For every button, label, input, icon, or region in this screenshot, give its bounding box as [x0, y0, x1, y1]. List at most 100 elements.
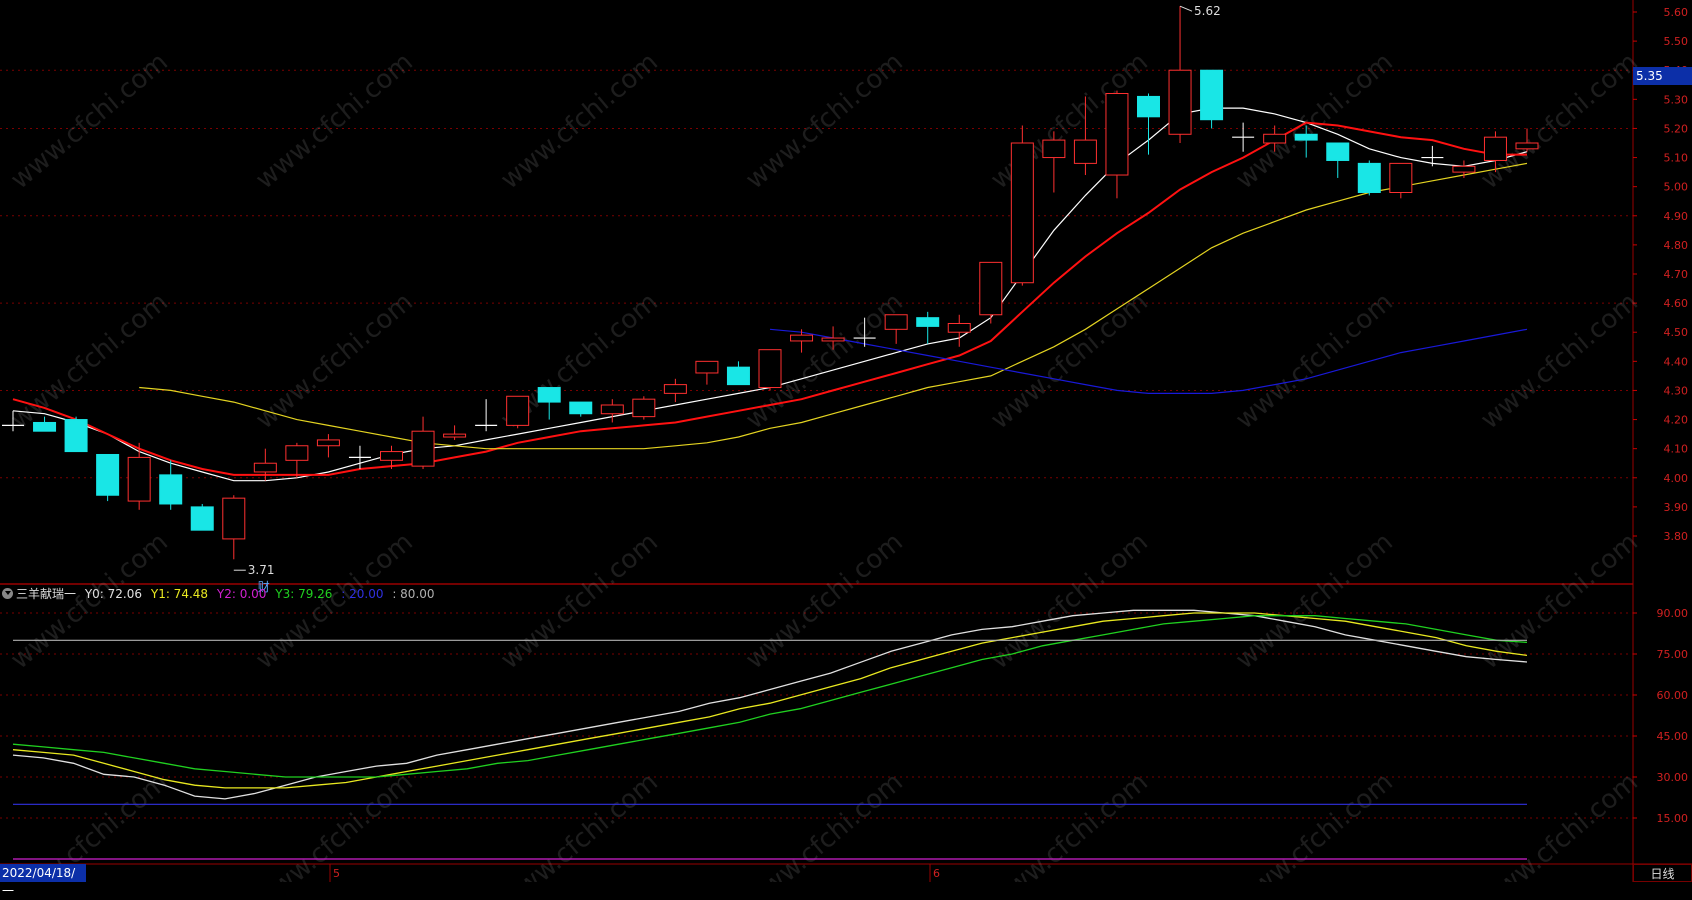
dropdown-circle-icon[interactable] [2, 588, 13, 599]
candle [1421, 145, 1444, 167]
indicator-tick-label: 30.00 [1657, 771, 1689, 784]
price-tick-label: 4.40 [1664, 355, 1689, 368]
candle-body [159, 474, 183, 505]
candle-body [821, 337, 845, 342]
watermark-text: www.cfchi.com [1475, 527, 1644, 675]
watermark-text: www.cfchi.com [1230, 767, 1399, 882]
ma-line [139, 162, 1528, 450]
candle-body [1326, 142, 1350, 161]
candle [695, 360, 719, 385]
candle [632, 396, 656, 420]
watermark-text: www.cfchi.com [5, 287, 174, 435]
price-tick-label: 4.60 [1664, 297, 1689, 310]
month-label: 5 [333, 867, 340, 880]
price-tick-label: 5.60 [1664, 6, 1689, 19]
price-tick-label: 3.90 [1664, 501, 1689, 514]
candle-body [1137, 95, 1160, 118]
candle [916, 311, 940, 344]
candle-body [253, 462, 277, 473]
price-tick-label: 4.50 [1664, 326, 1689, 339]
indicator-tick-label: 75.00 [1657, 648, 1689, 661]
candle-body [1294, 133, 1318, 141]
candle-body [33, 421, 57, 432]
watermark-text: www.cfchi.com [985, 767, 1154, 882]
candle [443, 425, 467, 440]
period-tab-daily[interactable]: 日线 [1633, 864, 1692, 882]
candle [64, 416, 88, 453]
price-tick-label: 4.80 [1664, 239, 1689, 252]
candle-body [411, 430, 435, 467]
watermark-text: www.cfchi.com [740, 527, 909, 675]
candle-body [600, 404, 624, 415]
candle-body [1105, 93, 1129, 176]
watermark-text: www.cfchi.com [985, 287, 1154, 435]
watermark-text: www.cfchi.com [5, 47, 174, 195]
candle-body [632, 398, 656, 418]
legend-level-80: : 80.00 [392, 587, 435, 601]
watermark-text: www.cfchi.com [495, 767, 664, 882]
candle [1357, 160, 1381, 196]
candle-body [443, 433, 467, 438]
candle [96, 453, 120, 502]
candle [127, 442, 151, 510]
watermark-text: www.cfchi.com [985, 527, 1154, 675]
price-tick-label: 5.20 [1664, 122, 1689, 135]
watermark-text: www.cfchi.com [1475, 287, 1644, 435]
price-tick-label: 4.00 [1664, 472, 1689, 485]
price-tick-label: 5.10 [1664, 152, 1689, 165]
candle-body [316, 439, 340, 447]
watermark-text: www.cfchi.com [1475, 767, 1644, 882]
price-tick-label: 5.30 [1664, 93, 1689, 106]
price-tick-label: 4.30 [1664, 384, 1689, 397]
price-tick-label: 5.00 [1664, 181, 1689, 194]
candle [1232, 122, 1255, 152]
candle-body [285, 445, 309, 461]
candle [190, 503, 214, 531]
candle [1389, 162, 1413, 199]
candle-body [695, 360, 719, 374]
candle-body [758, 349, 782, 389]
candle [506, 395, 530, 429]
indicator-tick-label: 45.00 [1657, 730, 1689, 743]
indicator-name: 三羊献瑞一 [16, 587, 77, 601]
candle [947, 314, 971, 347]
candle [159, 460, 183, 510]
month-label: 6 [933, 867, 940, 880]
stock-chart[interactable]: 5.605.505.405.305.205.105.004.904.804.70… [0, 0, 1692, 882]
legend-y3: Y3: 79.26 [275, 587, 333, 601]
indicator-legend[interactable]: 三羊献瑞一 Y0: 72.06 Y1: 74.48 Y2: 0.00 Y3: 7… [0, 585, 440, 603]
candle-body [1042, 139, 1066, 159]
candle [1452, 160, 1476, 178]
candle-body [1357, 162, 1381, 193]
candle-body [537, 387, 561, 403]
candle [1042, 131, 1066, 193]
candle [1010, 125, 1034, 286]
candle [1168, 6, 1192, 143]
legend-y2: Y2: 0.00 [216, 587, 267, 601]
candle-body [1389, 162, 1413, 193]
high-label: 5.62 [1194, 4, 1221, 18]
candle [316, 434, 340, 458]
candle-body [979, 261, 1003, 316]
candle-body [1200, 69, 1224, 121]
price-tick-label: 4.90 [1664, 210, 1689, 223]
watermark-text: www.cfchi.com [495, 47, 664, 195]
watermark-text: www.cfchi.com [250, 767, 419, 882]
legend-y1: Y1: 74.48 [150, 587, 209, 601]
candle-body [380, 451, 403, 461]
candle [1200, 69, 1224, 129]
candle [884, 314, 908, 344]
candle-body [663, 384, 687, 394]
candle-body [916, 317, 940, 327]
candle-body [790, 334, 814, 342]
indicator-tick-label: 15.00 [1657, 812, 1689, 825]
candle-body [1452, 165, 1476, 173]
watermark-text: www.cfchi.com [1475, 47, 1644, 195]
candle [569, 401, 593, 417]
candle-body [96, 453, 120, 496]
candle-body [1483, 136, 1507, 161]
start-date-label: 2022/04/18/一 [0, 864, 86, 898]
candle-body [947, 322, 971, 333]
candle-body [1515, 142, 1539, 150]
candle [1326, 142, 1350, 178]
